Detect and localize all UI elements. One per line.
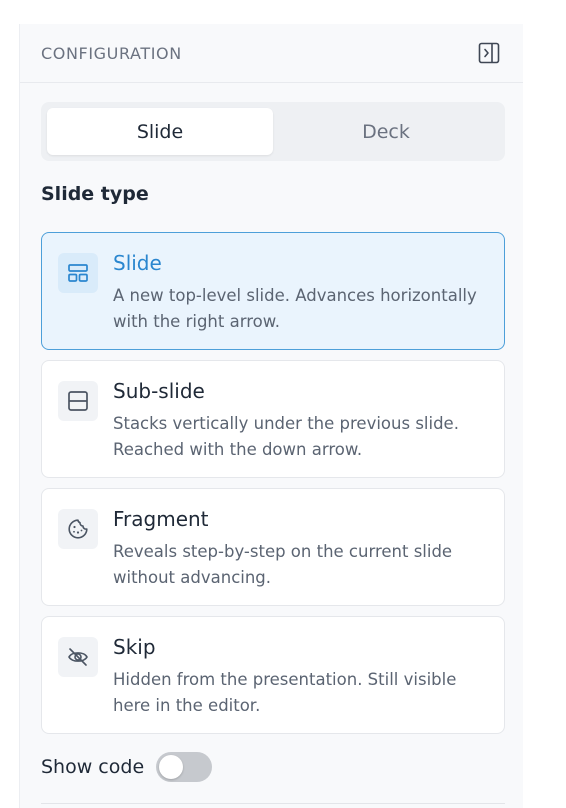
option-slide[interactable]: Slide A new top-level slide. Advances ho…: [41, 232, 505, 350]
panel-header: CONFIGURATION: [20, 24, 523, 83]
tab-slide[interactable]: Slide: [47, 108, 273, 155]
mode-tabs: Slide Deck: [41, 102, 505, 161]
option-description: Stacks vertically under the previous sli…: [113, 414, 459, 459]
option-description: A new top-level slide. Advances horizont…: [113, 286, 477, 331]
slide-type-label: Slide type: [41, 183, 149, 205]
layout-grid-icon: [58, 253, 98, 293]
tab-deck[interactable]: Deck: [273, 108, 499, 155]
option-title: Skip: [113, 635, 156, 659]
panel-title: CONFIGURATION: [41, 43, 182, 63]
eye-off-icon: [58, 637, 98, 677]
option-skip[interactable]: Skip Hidden from the presentation. Still…: [41, 616, 505, 734]
configuration-panel: CONFIGURATION Slide Deck Slide type Slid…: [19, 24, 523, 808]
cookie-icon: [58, 509, 98, 549]
option-title: Slide: [113, 251, 162, 275]
option-sub-slide[interactable]: Sub-slide Stacks vertically under the pr…: [41, 360, 505, 478]
slide-type-options: Slide A new top-level slide. Advances ho…: [41, 232, 505, 744]
option-title: Fragment: [113, 507, 209, 531]
show-code-label: Show code: [41, 756, 145, 778]
option-description: Hidden from the presentation. Still visi…: [113, 670, 457, 715]
split-rows-icon: [58, 381, 98, 421]
show-code-row: Show code: [41, 752, 213, 782]
option-title: Sub-slide: [113, 379, 205, 403]
option-fragment[interactable]: Fragment Reveals step-by-step on the cur…: [41, 488, 505, 606]
divider: [41, 803, 505, 804]
sidebar-collapse-icon[interactable]: [478, 42, 500, 64]
show-code-toggle[interactable]: [156, 752, 213, 782]
option-description: Reveals step-by-step on the current slid…: [113, 542, 453, 587]
toggle-knob: [159, 755, 184, 779]
